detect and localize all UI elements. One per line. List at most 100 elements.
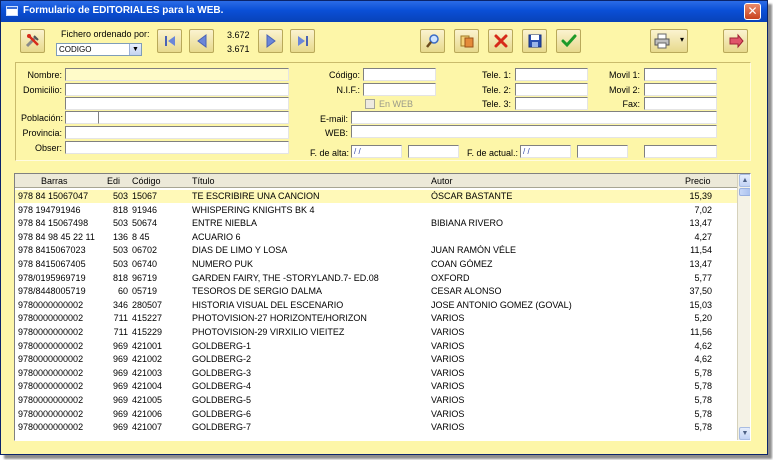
first-record-button[interactable]: [157, 29, 182, 53]
nombre-field[interactable]: [65, 68, 289, 81]
table-row[interactable]: 978 194791946 818 91946 WHISPERING KNIGHTS …: [15, 204, 737, 217]
movil1-field[interactable]: [644, 68, 717, 81]
provincia-label: Provincia:: [22, 128, 62, 138]
fax-field[interactable]: [644, 97, 717, 110]
table-row[interactable]: 978 8415067023 503 06702 DIAS DE LIMO Y LOS…: [15, 244, 737, 257]
copy-button[interactable]: [454, 29, 479, 53]
poblacion-field[interactable]: [98, 111, 289, 124]
email-field[interactable]: [351, 111, 717, 124]
accept-button[interactable]: [556, 29, 581, 53]
total-records: 3.672: [227, 30, 250, 40]
cell-titulo: GOLDBERG-3: [192, 367, 252, 378]
en-web-checkbox[interactable]: [365, 99, 375, 109]
cell-precio: 15,03: [689, 299, 712, 310]
cell-barras: 978 84 98 45 22 11: [18, 231, 95, 242]
movil1-label: Movil 1:: [608, 70, 640, 80]
scroll-thumb[interactable]: [739, 188, 750, 196]
table-row[interactable]: 9780000000002 969 421005 GOLDBERG-5 VARIOS 5…: [15, 394, 737, 407]
exit-button[interactable]: [723, 29, 748, 53]
col-autor[interactable]: Autor: [431, 176, 453, 186]
codigo-field[interactable]: [363, 68, 436, 81]
delete-button[interactable]: [488, 29, 513, 53]
cell-barras: 978/8448005719: [18, 286, 86, 297]
cell-codigo: 421001: [132, 340, 163, 351]
checkmark-icon: [561, 34, 576, 48]
scroll-down-button[interactable]: ▼: [739, 427, 750, 440]
table-row[interactable]: 978 84 15067047 503 15067 TE ESCRIBIRE UNA …: [15, 190, 737, 203]
table-row[interactable]: 9780000000002 969 421007 GOLDBERG-7 VARIOS 5…: [15, 421, 737, 434]
tele1-field[interactable]: [515, 68, 588, 81]
cell-edi: 711: [113, 327, 128, 337]
table-row[interactable]: 9780000000002 711 415229 PHOTOVISION-29 VIR…: [15, 326, 737, 339]
table-row[interactable]: 978/8448005719 60 05719 TESOROS DE SERGIO D…: [15, 285, 737, 298]
delete-icon: [494, 34, 507, 48]
cell-codigo: 06702: [132, 245, 158, 256]
table-row[interactable]: 9780000000002 346 280507 HISTORIA VISUAL DE…: [15, 299, 737, 312]
table-scrollbar[interactable]: ▲ ▼: [737, 174, 750, 440]
cell-titulo: GOLDBERG-6: [192, 408, 252, 419]
obser-field[interactable]: [65, 141, 289, 154]
en-web-label: En WEB: [379, 99, 414, 109]
editoriales-table[interactable]: Barras Edi Código Título Autor Precio 97…: [14, 173, 751, 441]
table-header: Barras Edi Código Título Autor Precio: [15, 174, 737, 188]
print-dropdown-arrow[interactable]: ▾: [680, 35, 684, 44]
cell-barras: 9780000000002: [18, 313, 84, 324]
f-actual-field[interactable]: / /: [520, 145, 571, 158]
tools-button[interactable]: [20, 29, 45, 53]
previous-record-button[interactable]: [189, 29, 214, 53]
table-row[interactable]: 978 84 98 45 22 11 136 8 45 ACUARIO 6 4,27: [15, 231, 737, 244]
nif-field[interactable]: [363, 83, 436, 96]
movil2-field[interactable]: [644, 83, 717, 96]
f-alta-extra-field[interactable]: [408, 145, 459, 158]
col-edi[interactable]: Edi: [107, 176, 120, 186]
postal-code-field[interactable]: [65, 111, 99, 124]
sort-select[interactable]: CODIGO ▼: [56, 43, 142, 56]
cell-autor: COAN GÓMEZ: [431, 259, 493, 269]
scroll-up-button[interactable]: ▲: [739, 174, 750, 187]
table-row[interactable]: 978 8415067405 503 06740 NUMERO PUK COAN GÓM…: [15, 258, 737, 271]
cell-barras: 978 84 15067498: [18, 218, 89, 229]
table-row[interactable]: 9780000000002 969 421002 GOLDBERG-2 VARIOS 4…: [15, 353, 737, 366]
table-row[interactable]: 9780000000002 969 421003 GOLDBERG-3 VARIOS 5…: [15, 367, 737, 380]
web-field[interactable]: [351, 125, 717, 138]
col-precio[interactable]: Precio: [685, 176, 711, 186]
save-button[interactable]: [522, 29, 547, 53]
next-record-button[interactable]: [258, 29, 283, 53]
cell-barras: 978 8415067405: [18, 259, 86, 269]
table-row[interactable]: 978/0195969719 818 96719 GARDEN FAIRY, THE …: [15, 272, 737, 285]
print-button[interactable]: ▾: [650, 29, 688, 53]
table-row[interactable]: 9780000000002 711 415227 PHOTOVISION-27 HOR…: [15, 312, 737, 325]
f-actual-extra-field[interactable]: [577, 145, 628, 158]
fax-label: Fax:: [622, 99, 640, 109]
search-icon: [425, 34, 439, 48]
cell-titulo: GOLDBERG-2: [192, 354, 252, 365]
title-bar[interactable]: Formulario de EDITORIALES para la WEB. ✕: [1, 1, 767, 22]
provincia-field[interactable]: [65, 126, 289, 139]
cell-autor: VARIOS: [431, 422, 465, 433]
col-codigo[interactable]: Código: [132, 176, 161, 186]
table-row[interactable]: 9780000000002 969 421001 GOLDBERG-1 VARIOS 4…: [15, 340, 737, 353]
domicilio-field[interactable]: [65, 83, 289, 96]
chevron-down-icon: ▼: [129, 44, 141, 55]
domicilio-line2-field[interactable]: [65, 97, 289, 110]
cell-codigo: 415227: [132, 313, 163, 324]
exit-icon: [729, 33, 744, 49]
last-record-button[interactable]: [290, 29, 315, 53]
tele3-field[interactable]: [515, 97, 588, 110]
col-barras[interactable]: Barras: [41, 176, 68, 186]
table-row[interactable]: 9780000000002 969 421004 GOLDBERG-4 VARIOS 5…: [15, 380, 737, 393]
current-record: 3.671: [227, 44, 250, 54]
extra-date-field[interactable]: [644, 145, 717, 158]
cell-autor: BIBIANA RIVERO: [431, 218, 504, 229]
tele2-field[interactable]: [515, 83, 588, 96]
table-row[interactable]: 9780000000002 969 421006 GOLDBERG-6 VARIOS 5…: [15, 408, 737, 421]
cell-titulo: GOLDBERG-1: [192, 340, 252, 351]
table-row[interactable]: 978 84 15067498 503 50674 ENTRE NIEBLA BIBIA…: [15, 217, 737, 230]
cell-precio: 5,78: [694, 408, 712, 419]
cell-titulo: PHOTOVISION-27 HORIZONTE/HORIZON: [192, 313, 367, 324]
col-titulo[interactable]: Título: [192, 176, 215, 186]
search-button[interactable]: [420, 29, 445, 53]
f-alta-field[interactable]: / /: [351, 145, 402, 158]
cell-autor: OXFORD: [431, 272, 470, 283]
close-button[interactable]: ✕: [744, 3, 761, 20]
